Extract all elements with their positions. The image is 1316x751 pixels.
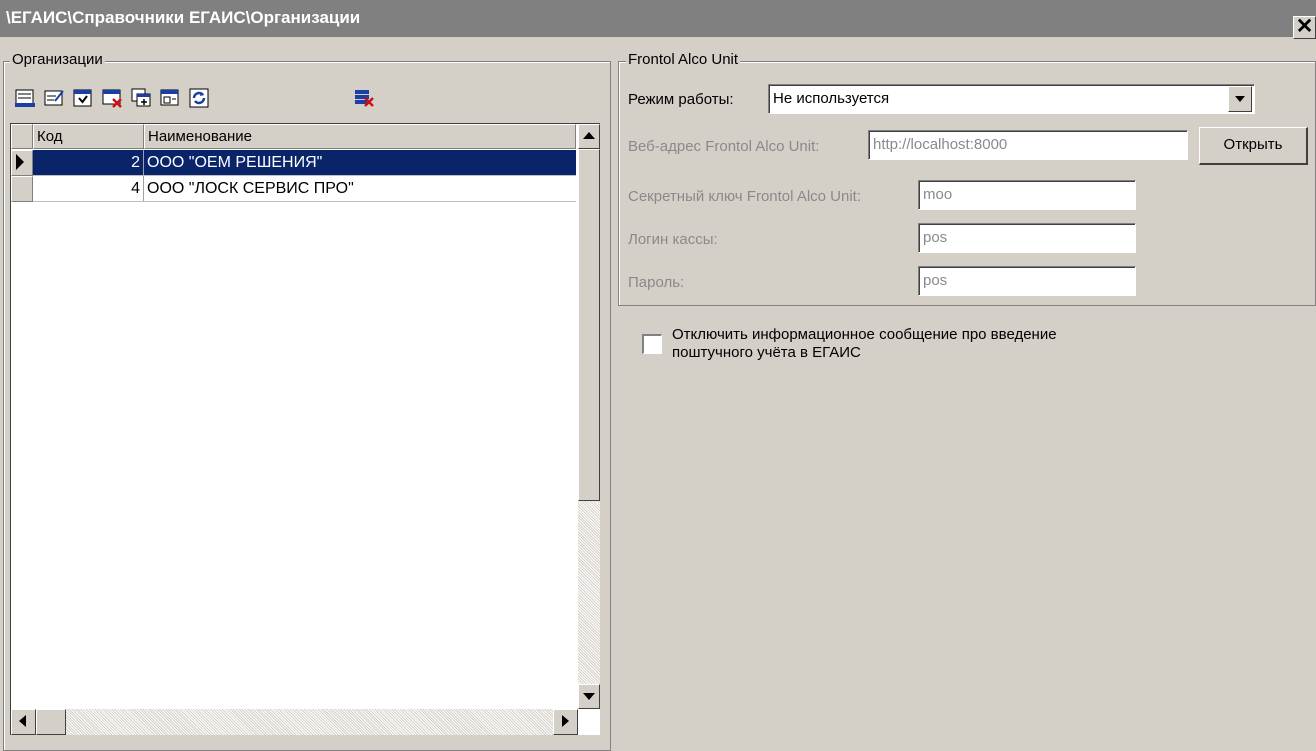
arrow-up-icon (583, 132, 595, 139)
mode-dropdown-button[interactable] (1228, 86, 1252, 112)
cell-code[interactable]: 2 (33, 150, 144, 175)
vertical-scroll-thumb[interactable] (578, 149, 600, 501)
disable-info-message-label-line2: поштучного учёта в ЕГАИС (672, 344, 861, 361)
mode-label: Режим работы: (628, 91, 734, 108)
close-button[interactable]: ✕ (1293, 16, 1316, 39)
window-title: \ЕГАИС\Справочники ЕГАИС\Организации (6, 8, 361, 27)
secret-key-value: moo (923, 186, 953, 203)
cell-code[interactable]: 4 (33, 176, 144, 201)
delete-record-icon (102, 89, 122, 108)
disable-info-message-label[interactable]: Отключить информационное сообщение про в… (672, 326, 1057, 362)
url-label: Веб-адрес Frontol Alco Unit: (628, 138, 820, 155)
horizontal-scroll-thumb[interactable] (36, 709, 66, 735)
delete-record-button[interactable] (101, 87, 123, 109)
column-header-name[interactable]: Наименование (144, 124, 576, 149)
cell-name[interactable]: ООО "ЛОСК СЕРВИС ПРО" (144, 176, 576, 201)
arrow-down-icon (583, 693, 595, 700)
scroll-up-button[interactable] (578, 124, 600, 149)
url-field[interactable]: http://localhost:8000 (868, 130, 1188, 160)
login-field[interactable]: pos (918, 223, 1136, 253)
copy-record-button[interactable] (130, 87, 152, 109)
find-record-button[interactable] (159, 87, 181, 109)
organizations-table[interactable] (10, 123, 600, 735)
save-record-icon (73, 89, 92, 107)
edit-record-icon (44, 90, 64, 106)
password-label: Пароль: (628, 274, 685, 291)
arrow-right-icon (562, 715, 569, 727)
add-record-button[interactable] (14, 87, 36, 109)
refresh-icon (189, 88, 209, 108)
login-field-value: pos (923, 229, 948, 246)
horizontal-scrollbar[interactable] (11, 709, 578, 735)
password-field[interactable]: pos (918, 266, 1136, 296)
disable-info-message-label-line1: Отключить информационное сообщение про в… (672, 326, 1057, 343)
find-record-icon (160, 89, 179, 106)
row-indicator[interactable] (11, 150, 33, 176)
arrow-left-icon (19, 715, 26, 727)
copy-record-icon (131, 88, 151, 107)
secret-key-field[interactable]: moo (918, 180, 1136, 210)
close-icon: ✕ (1295, 15, 1314, 38)
scroll-left-button[interactable] (11, 709, 36, 735)
password-field-value: pos (923, 272, 948, 289)
delete-all-button[interactable] (353, 87, 375, 109)
row-indicator[interactable] (11, 176, 33, 202)
add-record-icon (15, 89, 35, 107)
login-label: Логин кассы: (628, 231, 718, 248)
frontol-alco-unit-group-title: Frontol Alco Unit (626, 51, 741, 68)
organizations-group-title: Организации (10, 51, 105, 68)
url-field-value: http://localhost:8000 (873, 136, 1008, 153)
column-header-code[interactable]: Код (33, 124, 144, 149)
open-button[interactable]: Открыть (1199, 127, 1308, 165)
scroll-down-button[interactable] (578, 684, 600, 709)
mode-select[interactable]: Не используется (768, 84, 1255, 114)
scroll-right-button[interactable] (553, 709, 578, 735)
secret-key-label: Секретный ключ Frontol Alco Unit: (628, 188, 862, 205)
current-row-arrow-icon (16, 154, 24, 170)
mode-select-value: Не используется (773, 90, 890, 107)
row-divider (33, 201, 576, 202)
chevron-down-icon (1235, 96, 1245, 102)
save-record-button[interactable] (72, 87, 94, 109)
header-corner (11, 124, 33, 149)
refresh-button[interactable] (188, 87, 210, 109)
edit-record-button[interactable] (43, 87, 65, 109)
delete-all-icon (355, 90, 374, 107)
cell-name[interactable]: ООО "ОЕМ РЕШЕНИЯ" (144, 150, 576, 175)
disable-info-message-checkbox[interactable] (642, 334, 662, 354)
